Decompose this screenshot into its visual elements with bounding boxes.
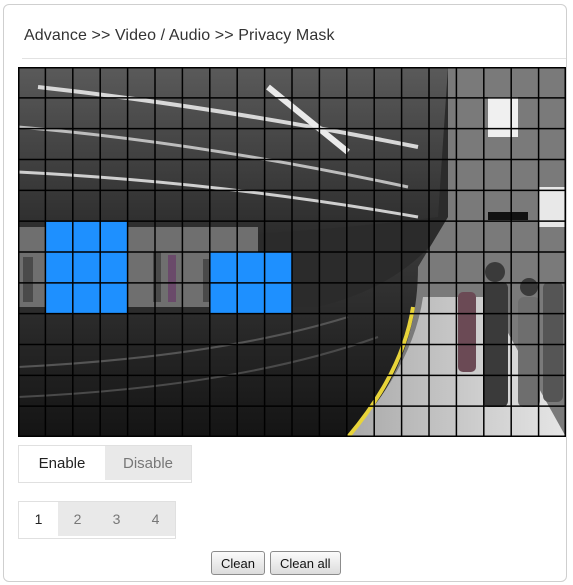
masked-cell[interactable] — [209, 282, 238, 314]
enable-button[interactable]: Enable — [19, 446, 105, 480]
divider — [22, 58, 566, 59]
masked-cell[interactable] — [72, 282, 101, 314]
clean-all-button[interactable]: Clean all — [269, 551, 341, 575]
masked-cell[interactable] — [237, 252, 265, 283]
station-light — [488, 97, 518, 137]
masked-cell[interactable] — [72, 221, 101, 252]
breadcrumb: Advance >> Video / Audio >> Privacy Mask — [24, 27, 335, 44]
masked-cell[interactable] — [100, 221, 128, 252]
region-tab-1[interactable]: 1 — [19, 502, 58, 536]
action-buttons: Clean Clean all — [211, 551, 341, 575]
station-sign — [488, 212, 528, 220]
region-tab-2[interactable]: 2 — [58, 502, 97, 536]
masked-cell[interactable] — [100, 282, 128, 314]
masked-cell[interactable] — [72, 252, 101, 283]
clean-button[interactable]: Clean — [211, 551, 265, 575]
masked-cell[interactable] — [100, 252, 128, 283]
video-canvas[interactable] — [18, 67, 566, 437]
masked-cell[interactable] — [237, 282, 265, 314]
masked-cell[interactable] — [45, 282, 73, 314]
masked-cell[interactable] — [264, 282, 292, 314]
region-selector: 1 2 3 4 — [18, 501, 176, 539]
masked-cell[interactable] — [45, 252, 73, 283]
region-tab-4[interactable]: 4 — [136, 502, 175, 536]
region-tab-3[interactable]: 3 — [97, 502, 136, 536]
masked-cell[interactable] — [264, 252, 292, 283]
masked-cell[interactable] — [209, 252, 238, 283]
disable-button[interactable]: Disable — [105, 446, 191, 480]
video-preview[interactable] — [18, 67, 566, 437]
masked-cell[interactable] — [45, 221, 73, 252]
mask-enable-toggle: Enable Disable — [18, 445, 192, 483]
grid-overlay — [18, 67, 566, 437]
